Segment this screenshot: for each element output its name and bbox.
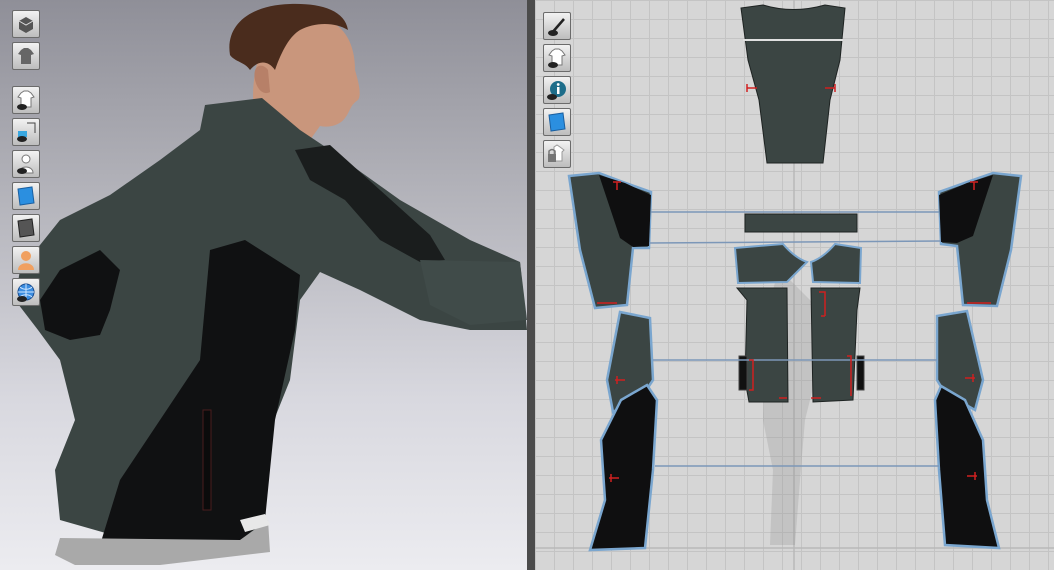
pattern-collar bbox=[744, 213, 858, 233]
pattern-front-yoke-right bbox=[809, 242, 863, 285]
texture-mode-icon[interactable] bbox=[12, 182, 40, 210]
garment-settings-icon[interactable] bbox=[12, 42, 40, 70]
pattern-front-right bbox=[810, 287, 861, 403]
pattern-sleeve-right-lower bbox=[933, 384, 1001, 550]
world-environment-icon[interactable] bbox=[12, 278, 40, 306]
show-avatar-icon[interactable] bbox=[12, 150, 40, 178]
pattern-front-yoke-left bbox=[733, 242, 809, 285]
lock-pattern-icon[interactable] bbox=[543, 140, 571, 168]
show-garment-icon[interactable] bbox=[12, 86, 40, 114]
avatar-3d-scene bbox=[15, 3, 527, 565]
2d-pattern-view[interactable] bbox=[535, 0, 1054, 570]
texture-2d-icon[interactable] bbox=[543, 108, 571, 136]
shaded-mode-icon[interactable] bbox=[12, 214, 40, 242]
avatar-skin-icon[interactable] bbox=[12, 246, 40, 274]
pattern-canvas bbox=[535, 0, 1054, 570]
info-icon[interactable] bbox=[543, 76, 571, 104]
edit-pattern-tool-icon[interactable] bbox=[543, 12, 571, 40]
viewport-divider[interactable] bbox=[527, 0, 535, 570]
3d-viewport[interactable] bbox=[0, 0, 527, 570]
show-pins-icon[interactable] bbox=[12, 118, 40, 146]
pattern-sleeve-left-lower bbox=[588, 383, 659, 552]
3d-toolbar bbox=[12, 10, 42, 310]
2d-toolbar bbox=[543, 12, 573, 172]
pattern-back bbox=[740, 4, 846, 164]
cube-view-icon[interactable] bbox=[12, 10, 40, 38]
show-garment-2d-icon[interactable] bbox=[543, 44, 571, 72]
